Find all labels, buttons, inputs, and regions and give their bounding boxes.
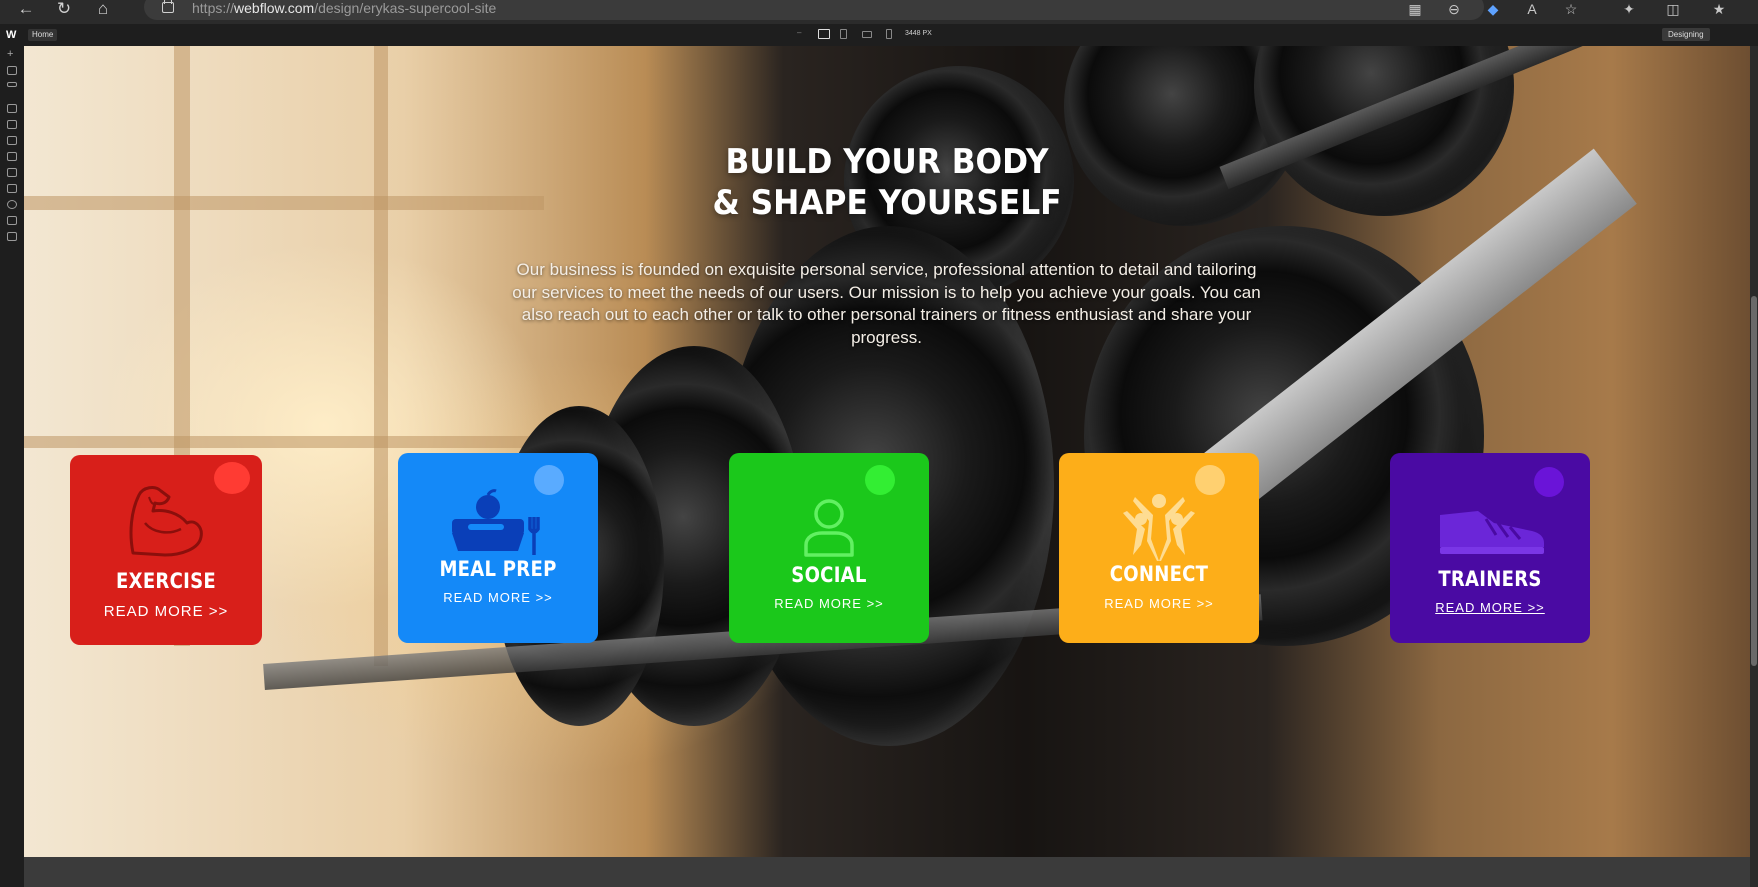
home-icon[interactable]: ⌂ [93, 0, 113, 20]
meal-prep-icon [398, 489, 598, 557]
variables-icon[interactable] [7, 120, 17, 129]
left-toolbar: + [0, 46, 24, 887]
card-title: SOCIAL [791, 563, 867, 587]
navigator-icon[interactable] [7, 82, 17, 87]
card-dot [1534, 467, 1564, 497]
people-cheering-icon [1059, 489, 1259, 563]
ecommerce-icon[interactable] [7, 184, 17, 193]
apps-icon[interactable]: ▦ [1404, 0, 1426, 18]
meal-prep-card[interactable]: MEAL PREP READ MORE >> [398, 453, 598, 643]
hero-title-line-1: BUILD YOUR BODY [725, 142, 1049, 182]
card-dot [865, 465, 895, 495]
browser-toolbar: ← ↻ ⌂ https://webflow.com/design/erykas-… [0, 0, 1758, 24]
canvas-width-readout: 3448 PX [905, 30, 932, 37]
design-canvas: BUILD YOUR BODY & SHAPE YOURSELF Our bus… [24, 46, 1750, 857]
hero-description: Our business is founded on exquisite per… [512, 260, 1261, 347]
assets-icon[interactable] [7, 152, 17, 161]
tag-icon[interactable]: ◆ [1482, 0, 1504, 18]
pages-icon[interactable] [7, 66, 17, 75]
canvas-bottom-area [24, 857, 1750, 887]
address-bar[interactable]: https://webflow.com/design/erykas-superc… [144, 0, 1484, 20]
mobile-portrait-breakpoint-icon[interactable] [886, 29, 892, 39]
designer-topbar: W Home – 3448 PX Designing [0, 24, 1758, 47]
zoom-out-icon[interactable]: ⊖ [1443, 0, 1465, 18]
components-icon[interactable] [7, 104, 17, 113]
connect-card[interactable]: CONNECT READ MORE >> [1059, 453, 1259, 643]
refresh-icon[interactable]: ↻ [54, 0, 74, 20]
page-selector[interactable]: Home [28, 29, 58, 41]
minus-icon[interactable]: – [797, 29, 807, 39]
apps-panel-icon[interactable] [7, 232, 17, 241]
lock-icon [162, 0, 174, 13]
social-card[interactable]: SOCIAL READ MORE >> [729, 453, 929, 643]
desktop-breakpoint-icon[interactable] [818, 29, 830, 39]
mobile-landscape-breakpoint-icon[interactable] [862, 31, 872, 38]
exercise-card[interactable]: EXERCISE READ MORE >> [70, 455, 262, 645]
favorite-star-icon[interactable]: ☆ [1560, 0, 1582, 18]
hero-title: BUILD YOUR BODY & SHAPE YOURSELF [93, 142, 1681, 224]
card-title: MEAL PREP [439, 557, 557, 581]
scrollbar-thumb[interactable] [1751, 296, 1757, 666]
users-icon[interactable] [7, 200, 17, 209]
read-more-link[interactable]: READ MORE >> [1390, 600, 1590, 615]
window-frame [374, 46, 388, 666]
mode-selector[interactable]: Designing [1662, 28, 1710, 41]
read-aloud-icon[interactable]: A [1521, 0, 1543, 18]
back-icon[interactable]: ← [16, 0, 36, 20]
flexed-bicep-icon [70, 483, 262, 559]
address-url: https://webflow.com/design/erykas-superc… [192, 0, 497, 16]
sneaker-icon [1390, 505, 1590, 555]
webflow-logo[interactable]: W [6, 28, 20, 42]
hero-title-line-2: & SHAPE YOURSELF [712, 183, 1062, 223]
style-selectors-icon[interactable] [7, 136, 17, 145]
read-more-link[interactable]: READ MORE >> [729, 596, 929, 611]
favorites-icon[interactable]: ★ [1708, 0, 1730, 18]
card-title: CONNECT [1109, 562, 1209, 586]
read-more-link[interactable]: READ MORE >> [70, 603, 262, 620]
read-more-link[interactable]: READ MORE >> [398, 590, 598, 605]
tablet-breakpoint-icon[interactable] [840, 29, 847, 39]
card-title: TRAINERS [1438, 567, 1542, 591]
split-screen-icon[interactable]: ◫ [1662, 0, 1684, 18]
add-panel-icon[interactable]: + [7, 49, 17, 60]
card-title: EXERCISE [116, 569, 216, 593]
logic-icon[interactable] [7, 216, 17, 225]
read-more-link[interactable]: READ MORE >> [1059, 596, 1259, 611]
window-frame [24, 436, 544, 448]
canvas-scrollbar[interactable] [1750, 46, 1758, 887]
person-icon [729, 497, 929, 559]
extensions-icon[interactable]: ✦ [1618, 0, 1640, 18]
trainers-card[interactable]: TRAINERS READ MORE >> [1390, 453, 1590, 643]
cms-icon[interactable] [7, 168, 17, 177]
